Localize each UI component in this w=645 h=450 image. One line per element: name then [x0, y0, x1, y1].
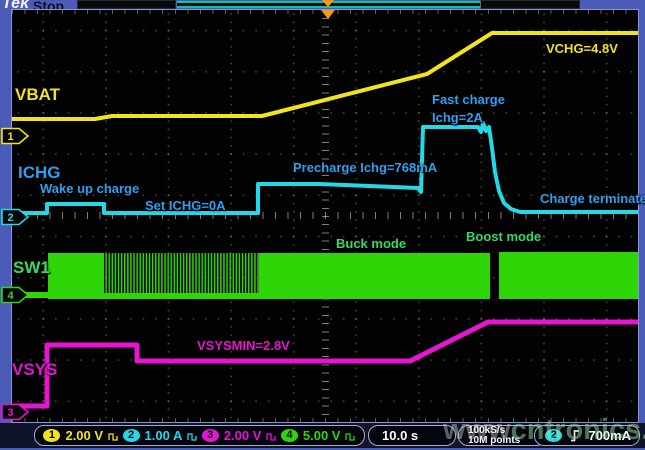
channel-1-readout[interactable]: 1 2.00 V: [43, 428, 118, 443]
oscilloscope-ui: Tek Stop 1243 VBATVCHG=4.8VICHGWake up c…: [0, 0, 645, 450]
channel-3-coupling-icon: [266, 430, 276, 442]
vsys-label: VSYS: [12, 360, 57, 380]
ichg-label: ICHG: [18, 163, 61, 183]
buck-mode-callout: Buck mode: [336, 236, 406, 251]
sw1-label: SW1: [13, 258, 50, 278]
top-menu-area-left: [77, 0, 176, 9]
channel-4-scale: 5.00 V: [303, 428, 341, 443]
rising-edge-icon: [569, 428, 581, 443]
channel-3-readout[interactable]: 3 2.00 V: [202, 428, 277, 443]
channel-1-scale: 2.00 V: [65, 428, 103, 443]
top-menu-area-right: [480, 0, 580, 9]
timebase-readout[interactable]: 10.0 s: [368, 425, 456, 446]
channel-4-readout[interactable]: 4 5.00 V: [281, 428, 356, 443]
channel-4-coupling-icon: [345, 430, 355, 442]
terminate-callout: Charge terminate: [540, 191, 645, 206]
channel-2-coupling-icon: [187, 430, 197, 442]
boost-mode-callout: Boost mode: [466, 229, 541, 244]
channel-2-readout[interactable]: 2 1.00 A: [123, 428, 198, 443]
trigger-readout[interactable]: 2 700mA: [534, 425, 640, 446]
channel-4-badge: 4: [281, 429, 298, 442]
channel-1-badge: 1: [43, 429, 60, 442]
fastcharge-callout2: Ichg=2A: [432, 110, 483, 125]
waveform-display-area: [12, 10, 638, 422]
record-view-bar: [177, 1, 481, 8]
vbat-label: VBAT: [15, 85, 60, 105]
set-ichg-callout: Set ICHG=0A: [145, 198, 226, 213]
wakeup-callout: Wake up charge: [40, 181, 139, 196]
trigger-source-badge: 2: [545, 429, 562, 442]
graticule-bottom-ticks: [12, 418, 638, 422]
sample-rate: 100kS/s: [468, 426, 505, 436]
channel-readouts[interactable]: 1 2.00 V 2 1.00 A 3 2.00 V 4 5.00 V: [34, 425, 365, 446]
channel-3-scale: 2.00 V: [224, 428, 262, 443]
fastcharge-callout: Fast charge: [432, 92, 505, 107]
acquisition-readout[interactable]: 100kS/s 10M points: [458, 425, 546, 446]
channel-2-scale: 1.00 A: [145, 428, 183, 443]
trigger-level: 700mA: [588, 428, 631, 443]
vchg-callout: VCHG=4.8V: [546, 41, 618, 56]
precharge-callout: Precharge Ichg=768mA: [293, 160, 437, 175]
channel-2-badge: 2: [123, 429, 140, 442]
channel-3-badge: 3: [202, 429, 219, 442]
channel-1-coupling-icon: [108, 430, 118, 442]
timebase-value: 10.0 s: [382, 428, 418, 443]
vsysmin-callout: VSYSMIN=2.8V: [197, 338, 290, 353]
graticule-center-vertical: [322, 10, 329, 422]
record-length: 10M points: [468, 436, 520, 446]
